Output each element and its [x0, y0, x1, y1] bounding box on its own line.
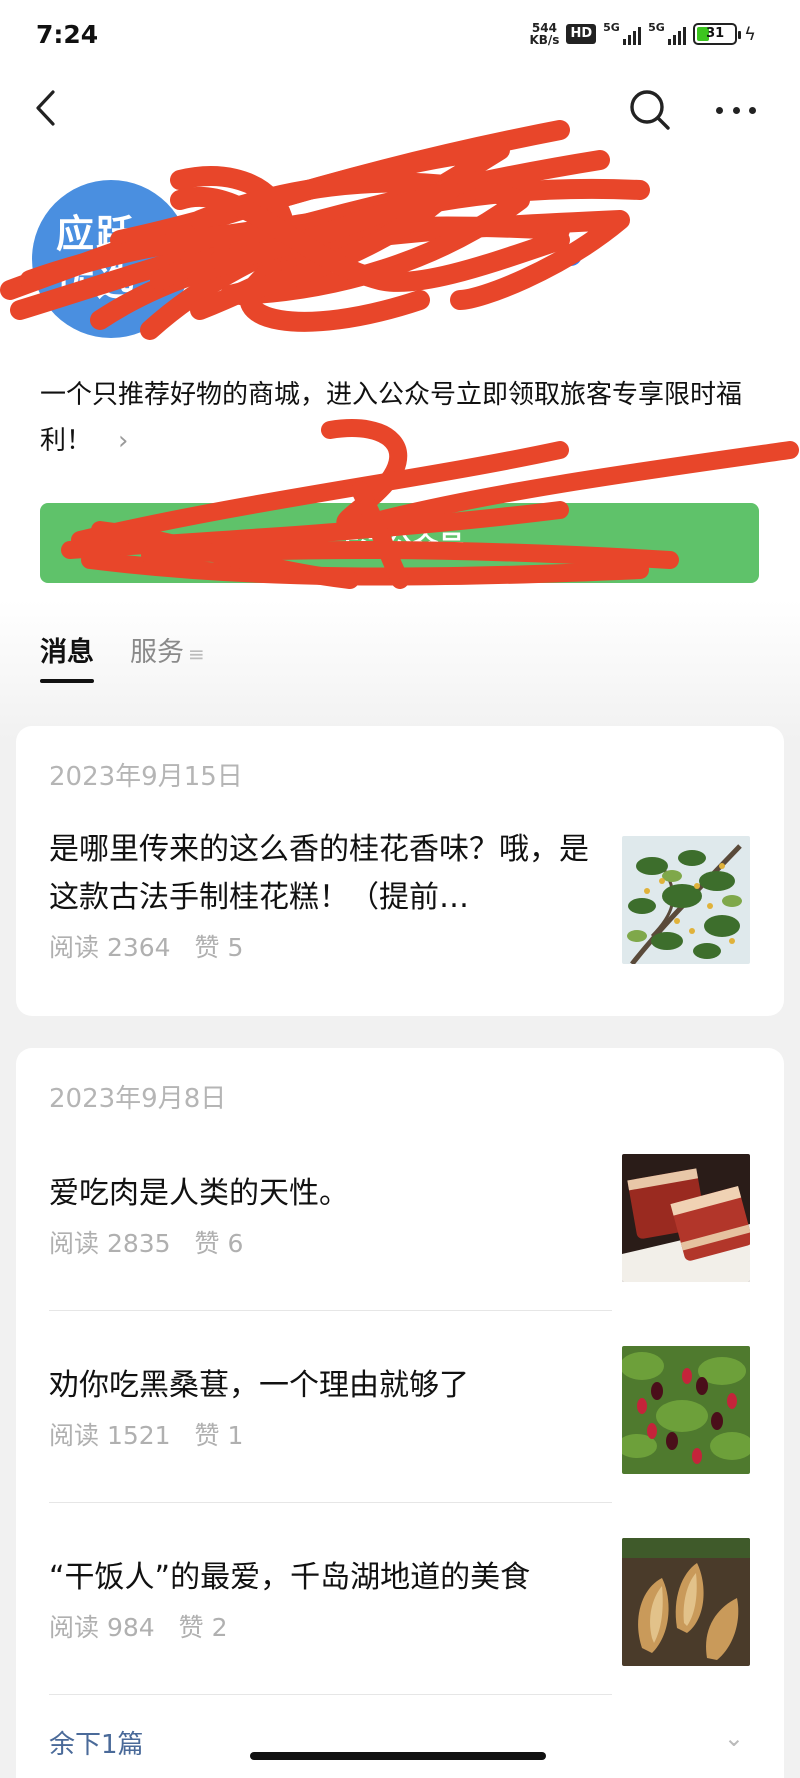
- status-time: 7:24: [36, 20, 99, 49]
- battery-icon: 31: [693, 23, 742, 45]
- tab-services-label: 服务: [130, 637, 184, 668]
- more-articles-link[interactable]: 余下1篇: [49, 1724, 144, 1761]
- network-speed-unit: KB/s: [529, 33, 560, 47]
- article-divider: [49, 1502, 612, 1503]
- article-likes: 赞 2: [178, 1613, 228, 1642]
- cured-meat-image: [622, 1154, 750, 1282]
- signal-icon: 5G: [603, 21, 642, 45]
- message-card: 2023年9月8日 爱吃肉是人类的天性。 阅读 2835 赞 6 劝你吃黑桑葚，…: [16, 1048, 784, 1778]
- network-speed: 544 KB/s: [529, 22, 559, 46]
- chevron-right-icon: ›: [118, 426, 129, 456]
- hd-badge: HD: [566, 24, 597, 44]
- search-icon: [630, 90, 670, 130]
- menu-lines-icon: ≡: [188, 642, 205, 666]
- signal-label: 5G: [603, 21, 620, 34]
- article-title: 劝你吃黑桑葚，一个理由就够了: [49, 1368, 469, 1403]
- message-date: 2023年9月8日: [49, 1084, 227, 1114]
- article-thumbnail[interactable]: [622, 1346, 750, 1474]
- search-button[interactable]: [626, 86, 674, 134]
- article-reads: 阅读 2835: [49, 1229, 171, 1258]
- status-bar: 7:24 544 KB/s HD 5G 5G 31 ϟ: [0, 0, 800, 72]
- account-avatar[interactable]: 应跃 优选: [32, 180, 190, 338]
- mulberries-image: [622, 1346, 750, 1474]
- verified-icon: ✓: [560, 244, 582, 266]
- chevron-left-icon: [36, 90, 55, 126]
- article-divider: [49, 1310, 612, 1311]
- back-button[interactable]: [22, 84, 70, 132]
- bamboo-shoots-image: [622, 1538, 750, 1666]
- message-date: 2023年9月15日: [49, 762, 243, 792]
- more-dot-icon: [732, 106, 740, 114]
- status-indicators: 544 KB/s HD 5G 5G 31 ϟ: [529, 21, 756, 46]
- article-thumbnail[interactable]: [622, 836, 750, 964]
- article-likes: 赞 6: [194, 1229, 244, 1258]
- tab-services[interactable]: 服务 ≡: [130, 630, 205, 683]
- charging-icon: ϟ: [744, 23, 756, 45]
- avatar-logo-text: 应跃 优选: [56, 212, 137, 304]
- more-dot-icon: [749, 106, 756, 114]
- article-title: 爱吃肉是人类的天性。: [49, 1176, 349, 1211]
- osmanthus-tree-image: [622, 836, 750, 964]
- tab-messages-label: 消息: [40, 637, 94, 668]
- article-reads: 阅读 2364: [49, 933, 171, 962]
- follow-button[interactable]: 关注公众号: [40, 503, 759, 583]
- account-description-text: 一个只推荐好物的商城，进入公众号立即领取旅客专享限时福利！: [40, 380, 743, 456]
- screen: 7:24 544 KB/s HD 5G 5G 31 ϟ 应跃 优选 ✓ 一个只推…: [0, 0, 800, 1778]
- account-description[interactable]: 一个只推荐好物的商城，进入公众号立即领取旅客专享限时福利！ ›: [40, 372, 770, 464]
- tab-messages[interactable]: 消息: [40, 630, 94, 683]
- chevron-down-icon[interactable]: ⌄: [724, 1724, 744, 1752]
- article-divider: [49, 1694, 612, 1695]
- message-card: 2023年9月15日 是哪里传来的这么香的桂花香味？哦，是这款古法手制桂花糕！（…: [16, 726, 784, 1016]
- more-button[interactable]: [710, 92, 762, 128]
- article-thumbnail[interactable]: [622, 1538, 750, 1666]
- tab-bar: 消息 服务 ≡: [40, 630, 205, 683]
- article-reads: 阅读 1521: [49, 1421, 171, 1450]
- article-title: 是哪里传来的这么香的桂花香味？哦，是这款古法手制桂花糕！（提前…: [49, 832, 589, 915]
- article-likes: 赞 5: [194, 933, 244, 962]
- signal-label-2: 5G: [648, 21, 665, 34]
- article-likes: 赞 1: [194, 1421, 244, 1450]
- home-indicator[interactable]: [250, 1752, 546, 1760]
- article-reads: 阅读 984: [49, 1613, 155, 1642]
- article-title: “干饭人”的最爱，千岛湖地道的美食: [49, 1560, 531, 1595]
- more-dot-icon: [716, 106, 723, 114]
- article-thumbnail[interactable]: [622, 1154, 750, 1282]
- battery-level: 31: [706, 26, 725, 41]
- signal-icon-2: 5G: [648, 21, 687, 45]
